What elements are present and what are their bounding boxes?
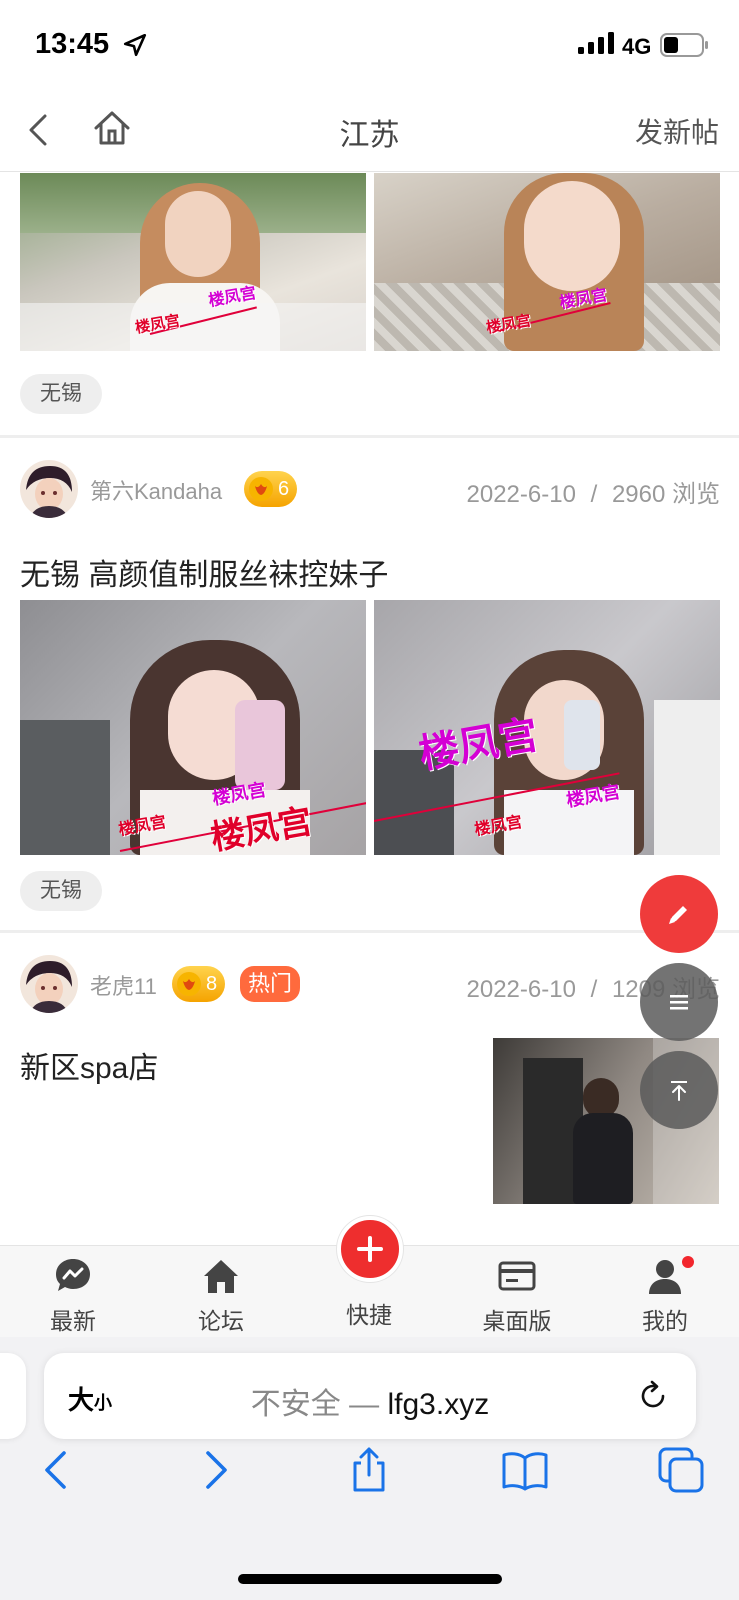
new-post-button[interactable]: 发新帖 bbox=[635, 111, 719, 151]
post-card[interactable]: 第六Kandaha 6 2022-6-10 / 2960 浏览 无锡 高颜值制服… bbox=[0, 438, 739, 930]
url-domain: lfg3.xyz bbox=[387, 1388, 490, 1421]
post-title[interactable]: 无锡 高颜值制服丝袜控妹子 bbox=[20, 550, 388, 594]
location-arrow-icon bbox=[123, 33, 147, 57]
pencil-icon bbox=[669, 906, 687, 924]
avatar[interactable] bbox=[20, 460, 78, 518]
level-number: 6 bbox=[278, 477, 290, 500]
tab-label: 快捷 bbox=[346, 1302, 392, 1328]
flower-icon bbox=[249, 477, 273, 501]
chat-bubble-icon bbox=[56, 1259, 90, 1291]
bottom-tab-bar: 最新 论坛 快捷 桌面版 我的 bbox=[0, 1216, 739, 1338]
tab-quick[interactable]: 快捷 bbox=[314, 1216, 424, 1338]
user-icon bbox=[649, 1260, 681, 1294]
hot-badge: 热门 bbox=[240, 966, 301, 1002]
tab-label: 最新 bbox=[50, 1308, 96, 1334]
post-photo[interactable]: 楼凤宫 楼凤宫 楼凤宫 bbox=[20, 600, 366, 855]
text-size-button[interactable]: 大小 bbox=[68, 1380, 112, 1417]
post-photo[interactable]: 楼凤宫 楼凤宫 bbox=[20, 173, 366, 351]
avatar-image bbox=[20, 955, 78, 1013]
status-bar: 13:45 4G bbox=[0, 0, 739, 90]
back-icon[interactable] bbox=[20, 110, 60, 150]
avatar[interactable] bbox=[20, 955, 78, 1013]
post-meta: 2022-6-10 / 2960 浏览 bbox=[467, 474, 721, 509]
location-tag[interactable]: 无锡 bbox=[20, 374, 102, 414]
browser-toolbar: 大小 不安全 — lfg3.xyz bbox=[0, 1337, 739, 1600]
post-photo[interactable]: 楼凤宫 楼凤宫 bbox=[374, 173, 720, 351]
tab-forum[interactable]: 论坛 bbox=[166, 1246, 276, 1338]
flower-icon bbox=[177, 972, 201, 996]
network-type: 4G bbox=[622, 34, 652, 59]
level-number: 8 bbox=[206, 972, 218, 995]
back-to-top-button[interactable] bbox=[640, 1051, 718, 1129]
security-label: 不安全 — bbox=[250, 1388, 380, 1421]
avatar-image bbox=[20, 460, 78, 518]
arrow-up-to-top-icon bbox=[671, 1081, 687, 1101]
quick-add-button[interactable] bbox=[337, 1216, 403, 1282]
post-date: 2022-6-10 bbox=[466, 481, 576, 508]
level-badge: 8 bbox=[172, 966, 226, 1002]
url-text: 不安全 — lfg3.xyz bbox=[44, 1379, 696, 1423]
post-card[interactable]: 老虎11 8 热门 2022-6-10 / 1209 浏览 新区spa店 bbox=[0, 933, 739, 1245]
list-menu-button[interactable] bbox=[640, 963, 718, 1041]
share-icon[interactable] bbox=[344, 1445, 394, 1495]
author-name[interactable]: 第六Kandaha bbox=[90, 474, 222, 506]
card-icon bbox=[498, 1261, 536, 1291]
view-count: 2960 浏览 bbox=[611, 481, 720, 508]
tabs-icon[interactable] bbox=[656, 1445, 706, 1495]
list-icon bbox=[670, 995, 688, 1010]
home-icon bbox=[204, 1260, 238, 1293]
author-name[interactable]: 老虎11 bbox=[90, 969, 157, 1001]
tab-label: 桌面版 bbox=[482, 1308, 552, 1334]
level-badge: 6 bbox=[244, 471, 298, 507]
previous-tab-pill[interactable] bbox=[0, 1353, 26, 1439]
home-indicator bbox=[238, 1574, 502, 1584]
notification-dot bbox=[682, 1256, 694, 1268]
post-title[interactable]: 新区spa店 bbox=[20, 1043, 158, 1087]
text-size-large: 大 bbox=[68, 1385, 95, 1415]
browser-forward-icon[interactable] bbox=[190, 1445, 240, 1495]
browser-back-icon[interactable] bbox=[32, 1445, 82, 1495]
compose-button[interactable] bbox=[640, 875, 718, 953]
tab-desktop[interactable]: 桌面版 bbox=[462, 1246, 572, 1338]
tab-label: 论坛 bbox=[198, 1308, 244, 1334]
post-card[interactable]: 楼凤宫 楼凤宫 楼凤宫 楼凤宫 无锡 bbox=[0, 173, 739, 435]
post-date: 2022-6-10 bbox=[466, 976, 576, 1003]
battery-icon bbox=[660, 33, 708, 57]
tab-latest[interactable]: 最新 bbox=[18, 1246, 128, 1338]
nav-header: 江苏 发新帖 bbox=[0, 90, 739, 172]
author-row: 第六Kandaha 6 2022-6-10 / 2960 浏览 bbox=[20, 460, 720, 520]
cellular-signal-icon bbox=[578, 32, 614, 54]
post-feed[interactable]: 楼凤宫 楼凤宫 楼凤宫 楼凤宫 无锡 第六Kandaha 6 2022-6-10… bbox=[0, 173, 739, 1245]
post-photo[interactable]: 楼凤宫 楼凤宫 楼凤宫 bbox=[374, 600, 720, 855]
tab-mine[interactable]: 我的 bbox=[610, 1246, 720, 1338]
reload-icon[interactable] bbox=[634, 1377, 672, 1415]
bookmarks-icon[interactable] bbox=[500, 1445, 550, 1495]
location-tag[interactable]: 无锡 bbox=[20, 871, 102, 911]
meta-separator: / bbox=[590, 481, 598, 508]
tab-label: 我的 bbox=[642, 1308, 688, 1334]
meta-separator: / bbox=[590, 976, 598, 1003]
status-time: 13:45 bbox=[35, 28, 110, 60]
plus-icon bbox=[357, 1236, 383, 1262]
text-size-small: 小 bbox=[94, 1393, 113, 1413]
home-icon[interactable] bbox=[92, 108, 132, 148]
address-bar[interactable]: 大小 不安全 — lfg3.xyz bbox=[44, 1353, 696, 1439]
author-row: 老虎11 8 热门 2022-6-10 / 1209 浏览 bbox=[20, 955, 720, 1015]
